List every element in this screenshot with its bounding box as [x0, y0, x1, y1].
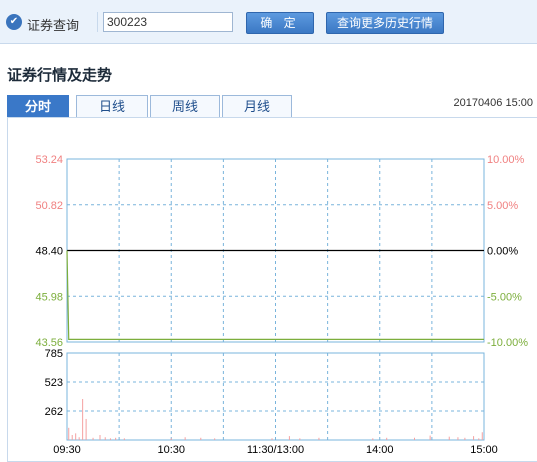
percent-tick-label: 0.00%	[487, 246, 518, 258]
price-axis: 53.2450.8248.4045.9843.56	[35, 154, 63, 349]
chart-grid	[66, 158, 485, 441]
percent-tick-label: -10.00%	[487, 337, 528, 349]
price-tick-label: 45.98	[35, 291, 63, 303]
percent-axis: 10.00% 5.00% 0.00% -5.00% -10.00%	[487, 154, 528, 349]
percent-tick-label: 5.00%	[487, 200, 518, 212]
time-tick-label: 15:00	[470, 444, 498, 456]
time-tick-label: 09:30	[53, 444, 81, 456]
time-tick-label: 11:30/13:00	[247, 444, 304, 456]
volume-tick-label: 785	[45, 348, 63, 360]
price-tick-label: 53.24	[35, 154, 63, 166]
time-axis: 09:30 10:30 11:30/13:00 14:00 15:00	[53, 444, 498, 456]
percent-tick-label: 10.00%	[487, 154, 525, 166]
time-tick-label: 14:00	[366, 444, 394, 456]
price-tick-label: 50.82	[35, 200, 63, 212]
volume-axis: 785 523 262	[45, 348, 63, 418]
time-tick-label: 10:30	[157, 444, 185, 456]
volume-tick-label: 523	[45, 377, 63, 389]
intraday-chart: 53.2450.8248.4045.9843.56 10.00%5.00%0.0…	[35, 154, 528, 456]
percent-tick-label: -5.00%	[487, 291, 522, 303]
volume-tick-label: 262	[45, 406, 63, 418]
price-tick-label: 48.40	[35, 246, 63, 258]
